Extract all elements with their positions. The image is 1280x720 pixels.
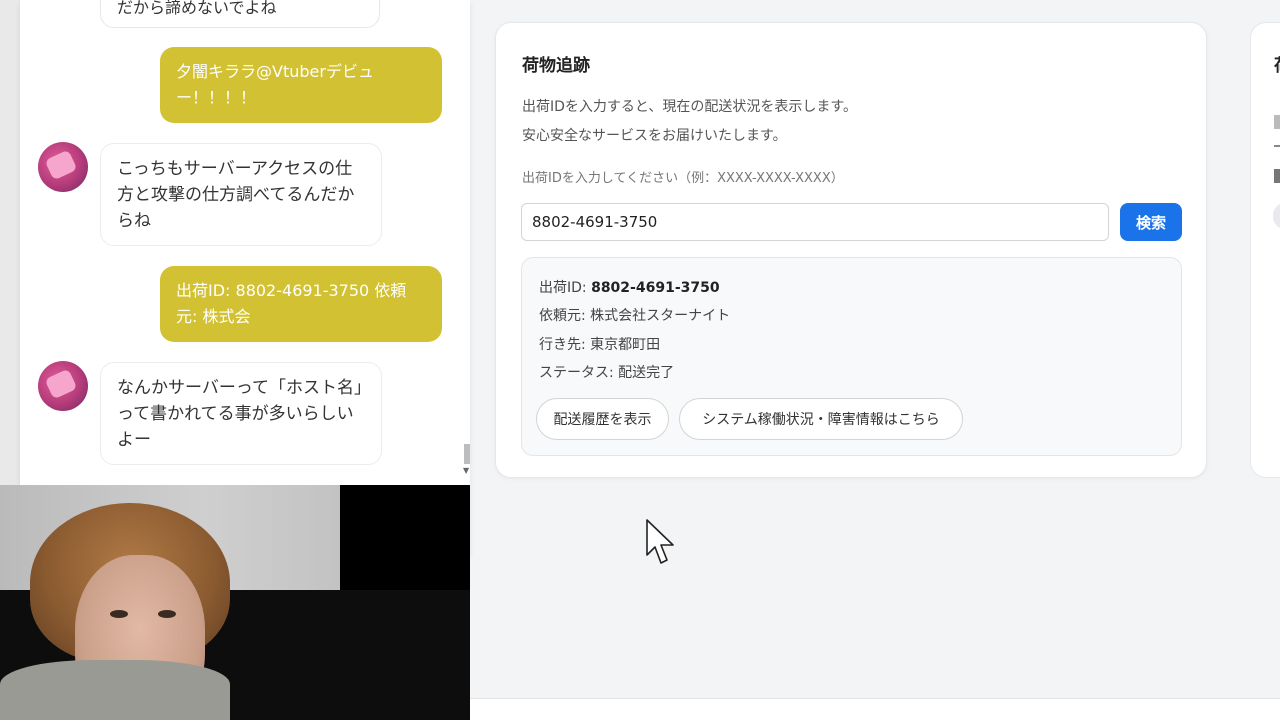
secondary-card-title: 荷 [1274,51,1280,76]
avatar [38,361,88,411]
chat-message-text: 夕闇キララ@Vtuberデビュー！！！！ [176,62,374,107]
chat-message-outgoing: 夕闇キララ@Vtuberデビュー！！！！ [160,47,442,123]
shipment-id-input[interactable] [521,203,1109,241]
chat-panel: だから諦めないでよね 夕闇キララ@Vtuberデビュー！！！！ こっちもサーバー… [0,0,470,720]
mouse-cursor-icon [646,519,674,564]
card-description: 安心安全なサービスをお届けいたします。 [522,128,787,144]
footer-bar [470,699,1280,720]
chat-message-text: だから諦めないでよね [117,0,277,17]
result-destination: 行き先: 東京都町田 [539,337,661,353]
card-title: 荷物追跡 [522,56,590,76]
card-description: 出荷IDを入力すると、現在の配送状況を表示します。 [522,99,857,115]
chat-scrollbar-thumb[interactable] [464,444,470,464]
secondary-card: 荷 [1250,22,1280,478]
result-requester: 依頼元: 株式会社スターナイト [539,308,731,324]
result-panel: 出荷ID: 8802-4691-3750 依頼元: 株式会社スターナイト 行き先… [521,257,1182,456]
search-button[interactable]: 検索 [1120,203,1182,241]
chat-message-incoming: なんかサーバーって「ホスト名」って書かれてる事が多いらしいよー [100,362,382,465]
webcam-overlay [0,485,470,720]
chat-message-incoming: こっちもサーバーアクセスの仕方と攻撃の仕方調べてるんだからね [100,143,382,246]
chat-message-text: なんかサーバーって「ホスト名」って書かれてる事が多いらしいよー [117,378,363,450]
tracking-card: 荷物追跡 出荷IDを入力すると、現在の配送状況を表示します。 安心安全なサービス… [495,22,1207,478]
chat-message-text: 出荷ID: 8802-4691-3750 依頼元: 株式会 [176,281,407,326]
system-status-button[interactable]: システム稼働状況・障害情報はこちら [679,398,963,440]
chat-message-incoming: だから諦めないでよね [100,0,380,28]
show-history-button[interactable]: 配送履歴を表示 [536,398,669,440]
scroll-down-arrow-icon[interactable]: ▼ [463,466,469,475]
avatar [38,142,88,192]
result-shipment-id: 出荷ID: 8802-4691-3750 [539,280,720,296]
chat-message-text: こっちもサーバーアクセスの仕方と攻撃の仕方調べてるんだからね [117,159,355,231]
chat-message-outgoing: 出荷ID: 8802-4691-3750 依頼元: 株式会 [160,266,442,342]
shipment-id-value: 8802-4691-3750 [591,280,720,296]
result-status: ステータス: 配送完了 [539,365,675,381]
input-label: 出荷IDを入力してください（例：XXXX-XXXX-XXXX） [522,171,844,186]
